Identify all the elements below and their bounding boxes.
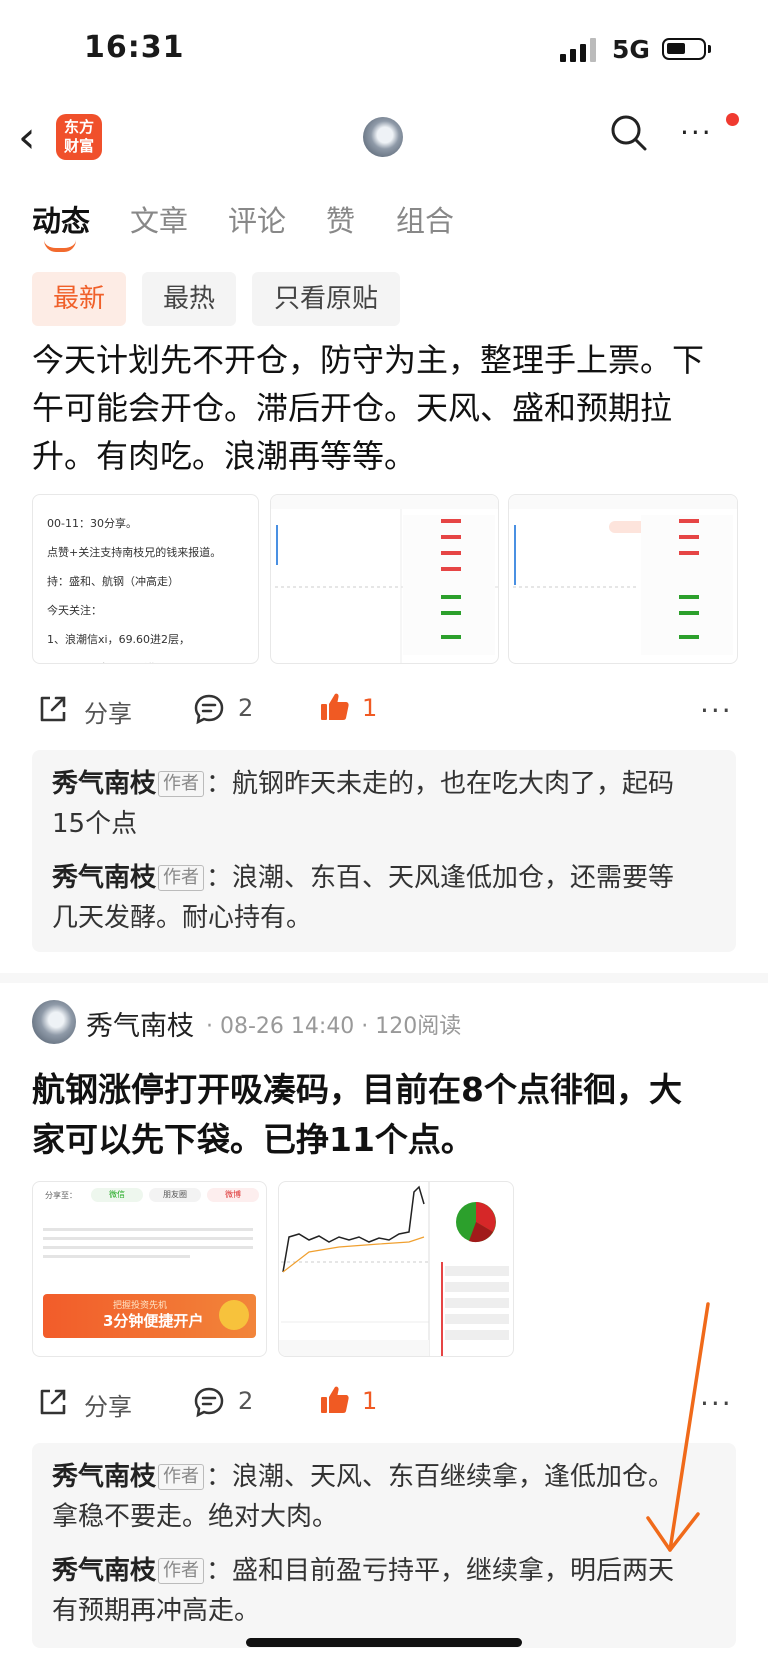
home-indicator[interactable] <box>246 1638 522 1647</box>
comment-text: ：浪潮、东百、天风逢低加仓，还需要等 <box>206 863 675 893</box>
thumb-text-line: 2、天风证券，5.92进2层， <box>33 654 258 663</box>
status-time: 16:31 <box>84 30 185 65</box>
comment-count: 2 <box>238 1387 254 1415</box>
thumb-text-line: 00-11：30分享。 <box>47 517 137 530</box>
app-logo[interactable]: 东方 财富 <box>56 114 102 160</box>
author-tag: 作者 <box>158 771 205 797</box>
battery-icon <box>662 38 706 60</box>
comment-text: ：航钢昨天未走的，也在吃大肉了，起码 <box>206 769 675 799</box>
post1-comment-box[interactable]: 秀气南枝 作者 ：航钢昨天未走的，也在吃大肉了，起码 15个点 秀气南枝 作者 ：浪潮、… <box>32 750 736 952</box>
comment-item: 秀气南枝 作者 ：盛和目前盈亏持平，继续拿，明后两天 有预期再冲高走。 <box>52 1551 716 1631</box>
thumbs-up-icon[interactable] <box>318 1383 352 1417</box>
thumb-text-line: 今天关注： <box>47 604 102 617</box>
share-wechat: 微信 <box>91 1188 143 1202</box>
post1-line: 升。有肉吃。浪潮再等等。 <box>32 437 417 475</box>
post1-text: 今天计划先不开仓，防守为主，整理手上票。下 午可能会开仓。滞后开仓。天风、盛和预… <box>32 336 738 480</box>
filter-original-only[interactable]: 只看原贴 <box>252 272 400 326</box>
author-tag: 作者 <box>158 1464 205 1490</box>
author-tag: 作者 <box>158 865 205 891</box>
tab-portfolio[interactable]: 组合 <box>396 198 454 240</box>
like-count: 1 <box>362 1387 378 1415</box>
comment-count: 2 <box>238 694 254 722</box>
stock-chart-thumbnail <box>271 495 498 663</box>
post2-line: 航钢涨停打开吸凑码，目前在8个点徘徊，大 <box>32 1070 682 1109</box>
banner-badge <box>219 1300 249 1330</box>
share-icon[interactable] <box>36 1385 70 1419</box>
share-moments: 朋友圈 <box>149 1188 201 1202</box>
comment-item: 秀气南枝 作者 ：浪潮、天风、东百继续拿，逢低加仓。 拿稳不要走。绝对大肉。 <box>52 1457 716 1537</box>
tab-articles[interactable]: 文章 <box>130 198 188 240</box>
tab-likes[interactable]: 赞 <box>326 198 355 240</box>
share-icon[interactable] <box>36 692 70 726</box>
more-options-icon[interactable]: ··· <box>680 116 713 149</box>
profile-avatar[interactable] <box>363 117 403 157</box>
tab-dynamics[interactable]: 动态 <box>32 198 90 240</box>
comment-item: 秀气南枝 作者 ：浪潮、东百、天风逢低加仓，还需要等 几天发酵。耐心持有。 <box>52 858 716 938</box>
thumbs-up-icon[interactable] <box>318 690 352 724</box>
annotation-arrow <box>646 1302 710 1552</box>
post2-image-share-card[interactable]: 分享至： 微信 朋友圈 微博 把握投资先机 3分钟便捷开户 <box>32 1181 267 1357</box>
like-count: 1 <box>362 694 378 722</box>
comment-icon[interactable] <box>192 1385 226 1419</box>
thumb-text-line: 1、浪潮信xi，69.60进2层， <box>47 633 191 646</box>
back-chevron-icon[interactable]: ‹ <box>18 112 36 163</box>
share-label[interactable]: 分享 <box>84 1387 132 1422</box>
post1-image-stock-chart-2[interactable] <box>508 494 738 664</box>
post2-image-stock-chart[interactable] <box>278 1181 514 1357</box>
comment-text: 几天发酵。耐心持有。 <box>52 903 313 933</box>
share-label[interactable]: 分享 <box>84 694 132 729</box>
post1-image-stock-chart-1[interactable] <box>270 494 499 664</box>
post2-line: 家可以先下袋。已挣11个点。 <box>32 1120 474 1159</box>
post2-comment-box[interactable]: 秀气南枝 作者 ：浪潮、天风、东百继续拿，逢低加仓。 拿稳不要走。绝对大肉。 秀气南… <box>32 1443 736 1648</box>
logo-line1: 东方 <box>63 118 94 136</box>
filter-latest[interactable]: 最新 <box>32 272 126 326</box>
comment-text: 有预期再冲高走。 <box>52 1596 261 1626</box>
notification-dot <box>726 113 739 126</box>
post-meta: · 08-26 14:40 · 120阅读 <box>206 1014 462 1039</box>
author-name[interactable]: 秀气南枝 <box>86 1004 194 1043</box>
comment-author[interactable]: 秀气南枝 <box>52 1462 156 1492</box>
open-account-banner: 把握投资先机 3分钟便捷开户 <box>43 1294 256 1338</box>
comment-author[interactable]: 秀气南枝 <box>52 1556 156 1586</box>
banner-title: 3分钟便捷开户 <box>103 1312 204 1330</box>
logo-line2: 财富 <box>63 137 94 155</box>
post1-line: 今天计划先不开仓，防守为主，整理手上票。下 <box>32 341 705 379</box>
author-avatar[interactable] <box>32 1000 76 1044</box>
comment-author[interactable]: 秀气南枝 <box>52 863 156 893</box>
filter-hottest[interactable]: 最热 <box>142 272 236 326</box>
comment-text: 拿稳不要走。绝对大肉。 <box>52 1502 339 1532</box>
active-tab-indicator <box>44 240 76 252</box>
share-card-header: 分享至： <box>45 1191 77 1200</box>
post-divider <box>0 973 768 983</box>
battery-tip <box>708 45 711 53</box>
comment-text: ：盛和目前盈亏持平，继续拿，明后两天 <box>206 1556 675 1586</box>
comment-icon[interactable] <box>192 692 226 726</box>
post1-image-text[interactable]: 00-11：30分享。 点赞+关注支持南枝兄的钱来报道。 持：盛和、航钢（冲高走… <box>32 494 259 664</box>
thumb-text-line: 持：盛和、航钢（冲高走） <box>47 575 179 588</box>
comment-text: 15个点 <box>52 809 138 839</box>
stock-chart-thumbnail <box>509 495 737 655</box>
intraday-chart-thumbnail <box>279 1182 509 1356</box>
tab-comments[interactable]: 评论 <box>228 198 286 240</box>
author-tag: 作者 <box>158 1558 205 1584</box>
thumb-text-line: 点赞+关注支持南枝兄的钱来报道。 <box>47 546 222 559</box>
comment-item: 秀气南枝 作者 ：航钢昨天未走的，也在吃大肉了，起码 15个点 <box>52 764 716 844</box>
post-more-icon[interactable]: ··· <box>700 694 733 727</box>
post1-line: 午可能会开仓。滞后开仓。天风、盛和预期拉 <box>32 389 673 427</box>
comment-author[interactable]: 秀气南枝 <box>52 769 156 799</box>
share-disclaimer-lines <box>43 1222 253 1270</box>
post2-text: 航钢涨停打开吸凑码，目前在8个点徘徊，大 家可以先下袋。已挣11个点。 <box>32 1065 738 1165</box>
search-icon[interactable] <box>610 114 648 152</box>
network-type: 5G <box>612 35 650 64</box>
share-weibo: 微博 <box>207 1188 259 1202</box>
signal-icon <box>560 38 600 62</box>
comment-text: ：浪潮、天风、东百继续拿，逢低加仓。 <box>206 1462 675 1492</box>
